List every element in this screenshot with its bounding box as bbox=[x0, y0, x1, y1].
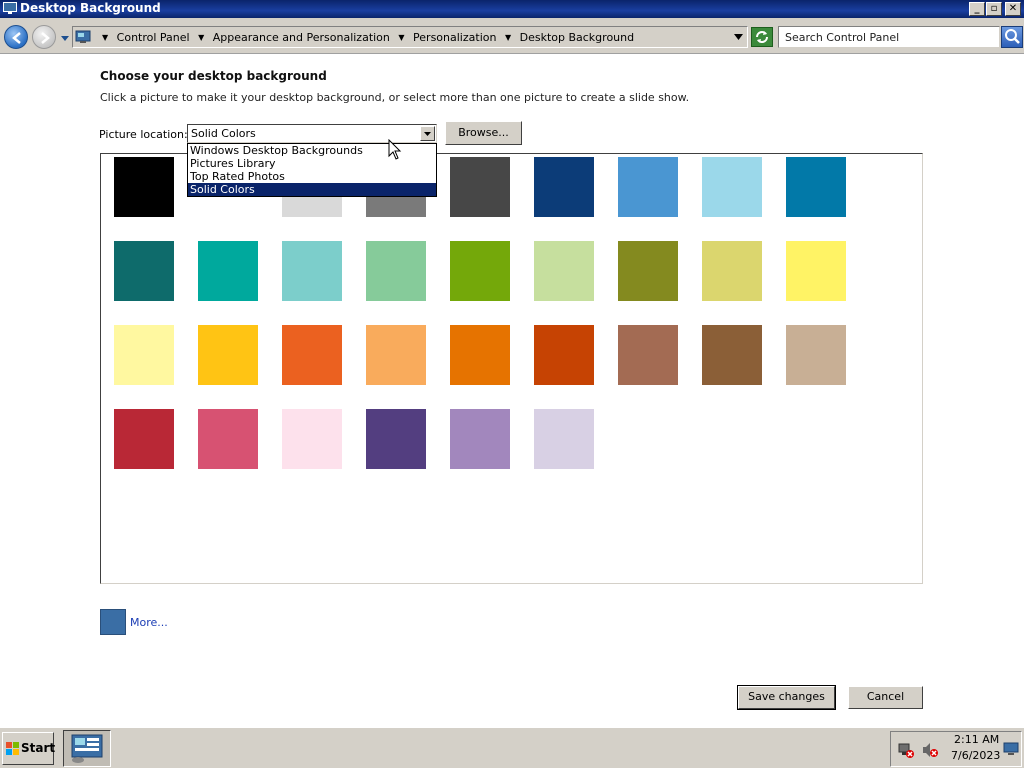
chevron-down-icon[interactable]: ▼ bbox=[198, 33, 204, 42]
refresh-button[interactable] bbox=[751, 27, 773, 47]
color-swatch[interactable] bbox=[198, 325, 258, 385]
taskbar-control-panel-button[interactable] bbox=[63, 730, 111, 767]
color-swatch[interactable] bbox=[282, 241, 342, 301]
recent-pages-dropdown-icon[interactable] bbox=[60, 33, 70, 43]
address-field[interactable]: ▼ Control Panel ▼ Appearance and Persona… bbox=[72, 26, 748, 48]
color-swatch[interactable] bbox=[450, 409, 510, 469]
color-swatch[interactable] bbox=[534, 157, 594, 217]
start-label: Start bbox=[21, 741, 56, 755]
color-swatch[interactable] bbox=[450, 325, 510, 385]
windows-logo-icon bbox=[6, 742, 19, 755]
color-swatch[interactable] bbox=[702, 325, 762, 385]
color-swatch[interactable] bbox=[198, 409, 258, 469]
title-bar: Desktop Background _ ▫ ✕ bbox=[0, 0, 1024, 18]
color-swatch[interactable] bbox=[366, 325, 426, 385]
picture-location-label: Picture location: bbox=[99, 128, 188, 141]
chevron-right-icon[interactable]: ▼ bbox=[102, 33, 108, 42]
color-swatch[interactable] bbox=[534, 409, 594, 469]
color-swatch[interactable] bbox=[618, 325, 678, 385]
color-swatch[interactable] bbox=[366, 409, 426, 469]
breadcrumb-desktop-background[interactable]: Desktop Background bbox=[520, 31, 635, 44]
page-description: Click a picture to make it your desktop … bbox=[100, 91, 690, 104]
select-dropdown-button[interactable] bbox=[420, 126, 435, 141]
page-title: Choose your desktop background bbox=[100, 69, 327, 83]
more-colors-link[interactable]: More... bbox=[130, 616, 168, 629]
search-input[interactable]: Search Control Panel bbox=[778, 26, 1000, 48]
color-swatch[interactable] bbox=[534, 325, 594, 385]
control-panel-icon bbox=[71, 734, 103, 763]
taskbar: Start bbox=[0, 727, 1024, 768]
picture-location-value: Solid Colors bbox=[191, 127, 256, 140]
color-swatch[interactable] bbox=[786, 325, 846, 385]
color-swatch[interactable] bbox=[450, 157, 510, 217]
clock-time: 2:11 AM bbox=[954, 733, 1000, 746]
arrow-left-icon bbox=[12, 32, 21, 44]
breadcrumb-control-panel[interactable]: Control Panel bbox=[117, 31, 190, 44]
color-swatch[interactable] bbox=[114, 325, 174, 385]
color-swatch[interactable] bbox=[114, 157, 174, 217]
color-swatch[interactable] bbox=[282, 409, 342, 469]
network-icon[interactable] bbox=[897, 741, 915, 759]
color-swatch[interactable] bbox=[702, 157, 762, 217]
clock-date: 7/6/2023 bbox=[951, 749, 1001, 762]
color-swatch[interactable] bbox=[114, 409, 174, 469]
arrow-right-icon bbox=[41, 32, 50, 44]
color-swatch[interactable] bbox=[450, 241, 510, 301]
color-swatch[interactable] bbox=[786, 157, 846, 217]
mouse-cursor-icon bbox=[388, 139, 402, 160]
color-swatch[interactable] bbox=[786, 241, 846, 301]
breadcrumb: ▼ Control Panel ▼ Appearance and Persona… bbox=[97, 31, 634, 44]
more-colors-swatch[interactable] bbox=[100, 609, 126, 635]
color-swatch[interactable] bbox=[366, 241, 426, 301]
color-swatch[interactable] bbox=[618, 241, 678, 301]
volume-muted-icon[interactable] bbox=[921, 741, 939, 759]
address-dropdown-icon[interactable] bbox=[734, 33, 743, 41]
control-panel-icon bbox=[75, 30, 91, 43]
chevron-down-icon bbox=[424, 132, 431, 136]
color-swatch[interactable] bbox=[534, 241, 594, 301]
color-gallery bbox=[100, 153, 923, 584]
cancel-button[interactable]: Cancel bbox=[848, 686, 923, 709]
close-button[interactable]: ✕ bbox=[1005, 2, 1021, 16]
show-desktop-icon[interactable] bbox=[1003, 742, 1019, 756]
search-icon bbox=[1005, 29, 1020, 44]
back-button[interactable] bbox=[4, 25, 28, 49]
color-swatch[interactable] bbox=[618, 157, 678, 217]
address-toolbar: ▼ Control Panel ▼ Appearance and Persona… bbox=[0, 18, 1024, 54]
browse-button[interactable]: Browse... bbox=[445, 121, 522, 145]
color-swatch[interactable] bbox=[282, 325, 342, 385]
color-swatch[interactable] bbox=[114, 241, 174, 301]
start-button[interactable]: Start bbox=[2, 732, 56, 765]
breadcrumb-personalization[interactable]: Personalization bbox=[413, 31, 496, 44]
minimize-button[interactable]: _ bbox=[969, 2, 985, 16]
search-button[interactable] bbox=[1001, 26, 1023, 48]
forward-button[interactable] bbox=[32, 25, 56, 49]
save-changes-button[interactable]: Save changes bbox=[737, 685, 836, 710]
option-solid-colors[interactable]: Solid Colors bbox=[188, 183, 436, 196]
breadcrumb-appearance[interactable]: Appearance and Personalization bbox=[213, 31, 390, 44]
desktop-background-icon bbox=[3, 2, 17, 14]
refresh-icon bbox=[756, 31, 768, 43]
window-title: Desktop Background bbox=[20, 1, 161, 15]
maximize-button[interactable]: ▫ bbox=[986, 2, 1002, 16]
color-swatch[interactable] bbox=[702, 241, 762, 301]
option-top-rated-photos[interactable]: Top Rated Photos bbox=[188, 170, 436, 183]
color-swatch[interactable] bbox=[198, 241, 258, 301]
chevron-down-icon[interactable]: ▼ bbox=[398, 33, 404, 42]
chevron-down-icon[interactable]: ▼ bbox=[505, 33, 511, 42]
